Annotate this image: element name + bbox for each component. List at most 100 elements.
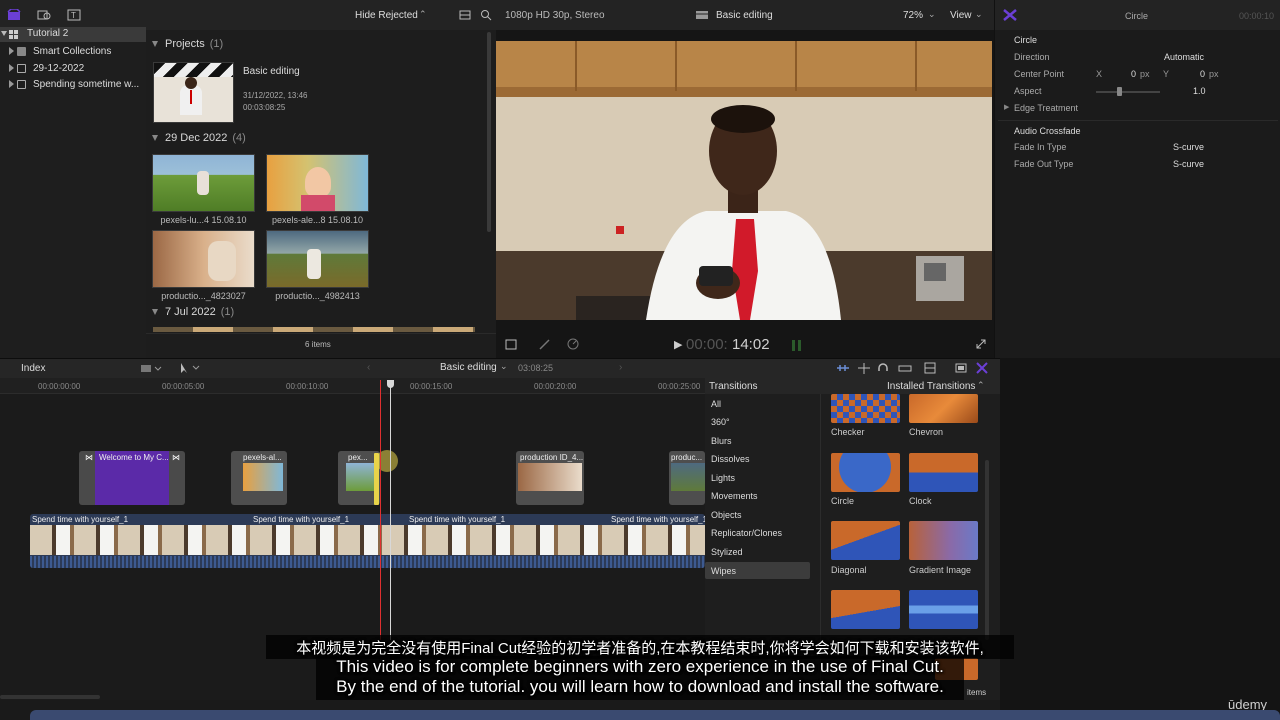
speed-icon[interactable] [567,338,579,350]
transform-icon[interactable] [505,339,517,350]
browser-scrollbar[interactable] [487,32,491,232]
transitions-scrollbar[interactable] [985,460,989,640]
category-objects[interactable]: Objects [711,510,742,520]
photos-audio-icon[interactable] [37,9,51,21]
transition-thumb-checker[interactable] [831,394,900,423]
filmstrip-icon[interactable] [458,9,472,21]
ruler-tick-label: 00:00:20:00 [534,382,577,391]
x-value-field[interactable]: 0 [1131,69,1136,79]
event-header-29-dec[interactable]: 29 Dec 2022 (4) [165,132,246,144]
libraries-icon[interactable] [7,9,21,21]
category-movements[interactable]: Movements [711,491,758,501]
connected-clip[interactable]: production ID_4... [516,451,584,505]
clip-appearance-icon[interactable] [924,362,936,374]
edge-treatment-row[interactable]: ▶ Edge Treatment [995,100,1280,117]
library-item-tutorial-2[interactable]: Tutorial 2 [0,27,146,42]
clip-thumbnail[interactable] [152,230,255,288]
zoom-menu[interactable]: 72% [903,10,923,21]
playhead-handle[interactable] [387,380,394,388]
category-blurs[interactable]: Blurs [711,436,732,446]
disclosure-open-icon[interactable] [152,135,158,141]
snapping-icon[interactable] [898,363,912,374]
edit-mode-icon[interactable] [140,363,162,374]
connected-clip[interactable]: produc... [669,451,705,505]
aspect-slider[interactable] [1096,91,1160,93]
clip-thumbnail[interactable] [266,230,369,288]
transition-thumb-gradient-image[interactable] [909,521,978,560]
inspector-panel: Circle Direction Automatic Center Point … [994,30,1280,358]
titles-generators-icon[interactable]: T [67,9,81,21]
category-dissolves[interactable]: Dissolves [711,454,750,464]
primary-clip-title: Spend time with yourself_1 [32,515,129,524]
storyline-waveform [30,556,705,568]
connected-clip-title[interactable]: ⋈ ⋈ Welcome to My C... [79,451,185,505]
installed-transitions-menu[interactable]: Installed Transitions [887,381,975,392]
category-wipes[interactable]: Wipes [711,566,736,576]
clip-frame [671,463,705,491]
fullscreen-icon[interactable] [976,339,986,349]
transition-thumb[interactable] [909,590,978,629]
view-menu[interactable]: View [950,10,972,21]
direction-popup[interactable]: Automatic [1164,52,1204,62]
forward-arrow-icon[interactable]: › [619,362,622,373]
disclosure-closed-icon[interactable]: ▶ [1004,103,1009,111]
category-lights[interactable]: Lights [711,473,735,483]
search-icon[interactable] [479,9,493,21]
back-arrow-icon[interactable]: ‹ [367,362,370,373]
library-item-event-29-12-2022[interactable]: 29-12-2022 [0,61,146,77]
library-item-event-spending-sometime[interactable]: Spending sometime w... [0,77,146,93]
audio-crossfade-section: Audio Crossfade [1014,126,1081,136]
disclosure-open-icon[interactable] [152,309,158,315]
transition-thumb[interactable] [831,590,900,629]
hide-rejected-menu[interactable]: Hide Rejected [355,10,418,21]
category-replicator-clones[interactable]: Replicator/Clones [711,528,782,538]
clip-thumbnail[interactable] [152,154,255,212]
event-header-7-jul[interactable]: 7 Jul 2022 (1) [165,306,234,318]
category-stylized[interactable]: Stylized [711,547,743,557]
transition-right-icon[interactable]: ⋈ [172,453,180,462]
transition-thumb-diagonal[interactable] [831,521,900,560]
ruler-tick-label: 00:00:05:00 [162,382,205,391]
transition-thumb-clock[interactable] [909,453,978,492]
disclosure-closed-icon[interactable] [9,47,14,55]
index-button[interactable]: Index [21,363,45,374]
playhead-line[interactable] [390,380,391,640]
projects-header[interactable]: Projects (1) [165,38,223,50]
project-thumbnail[interactable] [153,62,234,123]
transition-thumb-circle[interactable] [831,453,900,492]
center-point-label: Center Point [1014,69,1065,79]
zoom-waveform-icon[interactable] [836,363,850,374]
connected-clip[interactable]: pexels-al... [231,451,287,505]
transition-left-icon[interactable]: ⋈ [85,453,93,462]
y-value-field[interactable]: 0 [1200,69,1205,79]
category-all[interactable]: All [711,399,721,409]
transition-inspector-icon[interactable] [1003,9,1017,21]
fade-out-popup[interactable]: S-curve [1173,159,1204,169]
aspect-value-field[interactable]: 1.0 [1193,86,1206,96]
select-tool-icon[interactable] [178,362,200,374]
transition-thumb-chevron[interactable] [909,394,978,423]
disclosure-open-icon[interactable] [1,31,7,36]
project-date: 31/12/2022, 13:46 [243,91,308,100]
play-icon[interactable]: ▶ [674,338,682,351]
transitions-browser-icon[interactable] [976,362,988,374]
clip-thumbnail[interactable] [266,154,369,212]
inspector-duration: 00:00:10 [1239,11,1275,21]
headphones-icon[interactable] [877,362,889,374]
category-360[interactable]: 360° [711,417,730,427]
timeline-ruler[interactable]: 00:00:00:00 00:00:05:00 00:00:10:00 00:0… [0,378,705,394]
magic-wand-icon[interactable] [539,339,551,350]
chevron-updown-icon: ⌃ [977,380,985,390]
timecode-dim: 00:00: [686,336,728,353]
skimming-icon[interactable] [857,363,871,374]
disclosure-open-icon[interactable] [152,41,158,47]
library-item-smart-collections[interactable]: Smart Collections [0,44,146,60]
disclosure-closed-icon[interactable] [9,80,14,88]
fade-in-popup[interactable]: S-curve [1173,142,1204,152]
disclosure-closed-icon[interactable] [9,64,14,72]
aspect-slider-thumb[interactable] [1117,87,1122,96]
timeline-project-name[interactable]: Basic editing [440,362,497,373]
fade-out-label: Fade Out Type [1014,159,1074,169]
effects-browser-icon[interactable] [955,362,967,374]
primary-storyline[interactable] [30,514,705,568]
